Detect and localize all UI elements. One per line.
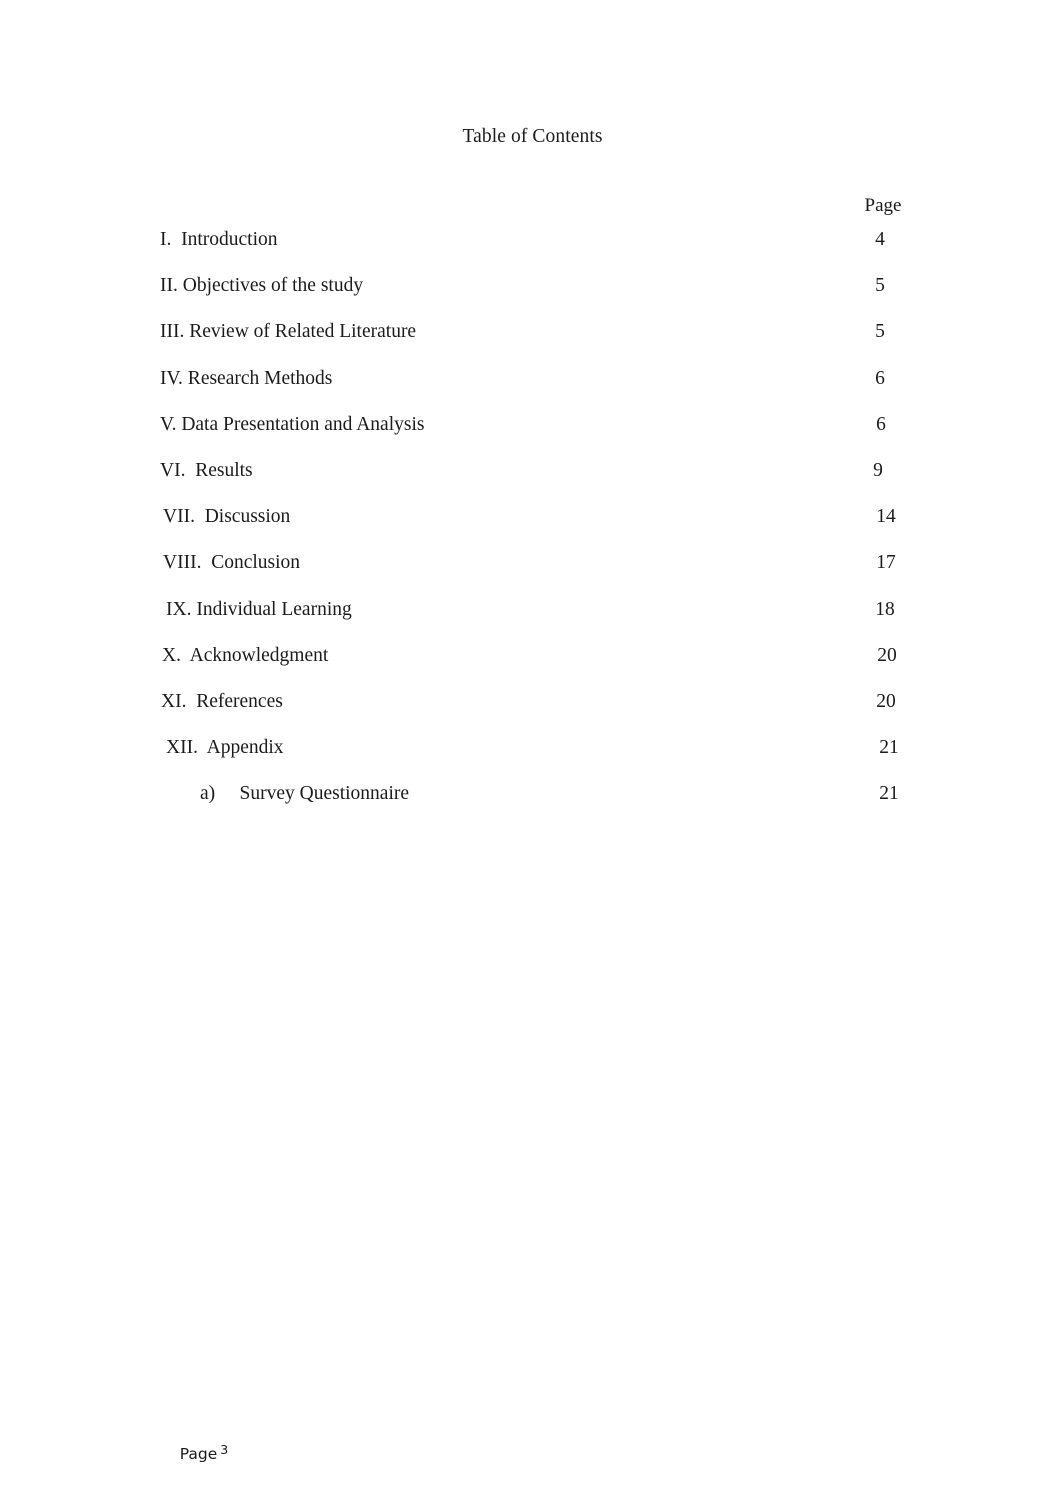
toc-entry: XII. Appendix 21 xyxy=(0,734,1062,780)
toc-entry-page-number: 20 xyxy=(877,644,897,666)
page-title: Table of Contents xyxy=(462,126,603,147)
page-column-header: Page xyxy=(864,195,902,216)
toc-entry-page-number: 6 xyxy=(875,367,885,389)
toc-entry-page-number: 17 xyxy=(876,552,896,574)
toc-entry-page-number: 4 xyxy=(875,229,885,250)
toc-entry: III. Review of Related Literature 5 xyxy=(0,318,1062,364)
toc-entry: XI. References 20 xyxy=(0,688,1062,734)
toc-entry-label[interactable]: II. Objectives of the study xyxy=(160,272,363,300)
toc-entry-page-number: 14 xyxy=(876,506,896,528)
toc-entry-page-number: 20 xyxy=(876,690,896,712)
footer-page-number: 3 xyxy=(220,1442,229,1457)
table-of-contents-list: I. Introduction 4 II. Objectives of the st… xyxy=(0,226,1062,826)
toc-entry: II. Objectives of the study 5 xyxy=(0,272,1062,318)
toc-entry-page-number: 9 xyxy=(873,459,883,481)
toc-entry-label[interactable]: VII. Discussion xyxy=(163,503,290,531)
document-page: Table of Contents Page I. Introduction 4 I… xyxy=(0,0,1062,1503)
footer-label: Page xyxy=(179,1445,218,1463)
toc-entry-label[interactable]: X. Acknowledgment xyxy=(162,642,328,670)
toc-entry-label[interactable]: IV. Research Methods xyxy=(160,365,332,393)
toc-entry-page-number: 6 xyxy=(876,413,886,435)
toc-entry: VI. Results 9 xyxy=(0,457,1062,503)
toc-entry-label[interactable]: VIII. Conclusion xyxy=(163,549,300,577)
toc-entry: IV. Research Methods 6 xyxy=(0,365,1062,411)
toc-entry-page-number: 21 xyxy=(879,737,899,759)
toc-entry: VIII. Conclusion 17 xyxy=(0,549,1062,595)
toc-entry-label[interactable]: a) Survey Questionnaire xyxy=(200,780,409,808)
toc-entry: I. Introduction 4 xyxy=(0,226,1062,272)
page-footer: Page 3 xyxy=(160,1417,228,1487)
toc-entry-label[interactable]: III. Review of Related Literature xyxy=(160,318,416,346)
toc-entry-page-number: 18 xyxy=(875,598,895,620)
toc-entry-page-number: 5 xyxy=(875,321,885,343)
toc-entry-label[interactable]: IX. Individual Learning xyxy=(166,596,352,624)
toc-entry: V. Data Presentation and Analysis 6 xyxy=(0,411,1062,457)
toc-entry-page-number: 21 xyxy=(879,783,899,805)
toc-entry-label[interactable]: I. Introduction xyxy=(160,226,278,254)
toc-entry: X. Acknowledgment 20 xyxy=(0,642,1062,688)
toc-entry-label[interactable]: XII. Appendix xyxy=(166,734,284,762)
toc-entry: a) Survey Questionnaire 21 xyxy=(0,780,1062,826)
toc-entry-page-number: 5 xyxy=(875,275,885,297)
toc-entry: VII. Discussion 14 xyxy=(0,503,1062,549)
toc-entry-label[interactable]: V. Data Presentation and Analysis xyxy=(160,411,424,439)
toc-entry: IX. Individual Learning 18 xyxy=(0,596,1062,642)
toc-entry-label[interactable]: VI. Results xyxy=(160,457,253,485)
toc-entry-label[interactable]: XI. References xyxy=(161,688,283,716)
